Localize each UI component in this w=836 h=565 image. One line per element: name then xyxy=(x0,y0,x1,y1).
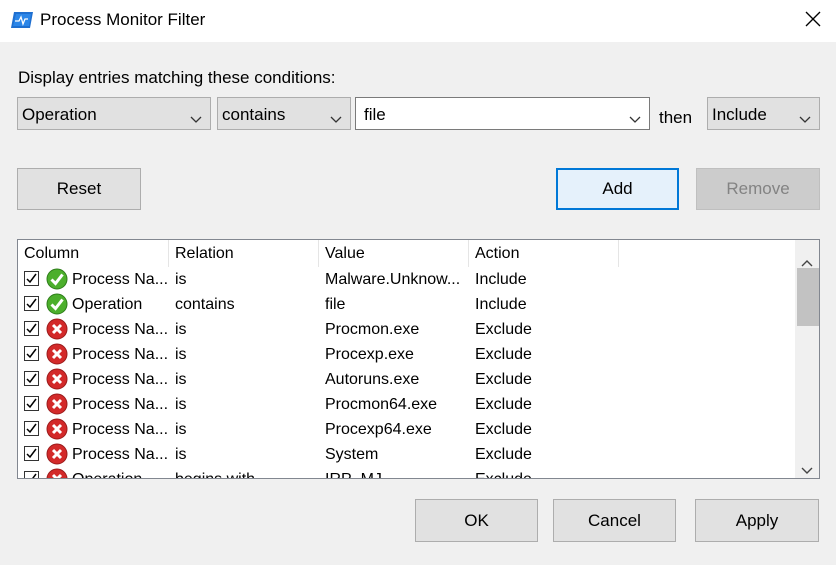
list-item[interactable]: Process Na... is Procexp64.exe Exclude xyxy=(18,417,794,442)
row-checkbox[interactable] xyxy=(24,371,39,386)
list-item[interactable]: Process Na... is System Exclude xyxy=(18,442,794,467)
close-icon xyxy=(805,11,821,32)
red-x-icon xyxy=(46,468,68,478)
row-column-cell: Process Na... xyxy=(72,421,168,438)
reset-button[interactable]: Reset xyxy=(17,168,141,210)
row-value-cell: Autoruns.exe xyxy=(325,371,420,388)
vertical-scrollbar[interactable] xyxy=(795,240,819,478)
action-select-value: Include xyxy=(712,105,767,124)
row-column-cell: Operation xyxy=(72,296,143,313)
header-value[interactable]: Value xyxy=(319,240,469,267)
row-column-cell: Process Na... xyxy=(72,396,168,413)
row-value-cell: IRP_MJ_ xyxy=(325,467,465,478)
row-column-cell: Process Na... xyxy=(72,321,168,338)
column-select[interactable]: Operation xyxy=(17,97,211,130)
row-column-cell: Process Na... xyxy=(72,346,168,363)
conditions-caption: Display entries matching these condition… xyxy=(18,68,336,87)
chevron-down-icon xyxy=(190,109,202,123)
row-checkbox[interactable] xyxy=(24,421,39,436)
add-button[interactable]: Add xyxy=(556,168,679,210)
value-combo-input[interactable]: file xyxy=(355,97,650,130)
row-action-cell: Exclude xyxy=(475,346,532,363)
row-action-cell: Exclude xyxy=(475,396,532,413)
chevron-down-icon xyxy=(330,109,342,123)
row-relation-cell: is xyxy=(175,346,187,363)
row-relation-cell: is xyxy=(175,371,187,388)
row-value-cell: Procmon.exe xyxy=(325,321,420,338)
red-x-icon xyxy=(46,318,68,340)
action-select[interactable]: Include xyxy=(707,97,820,130)
row-relation-cell: is xyxy=(175,321,187,338)
green-check-icon xyxy=(46,293,68,315)
list-item[interactable]: Operation contains file Include xyxy=(18,292,794,317)
then-label: then xyxy=(659,108,693,127)
red-x-icon xyxy=(46,343,68,365)
list-header: Column Relation Value Action xyxy=(18,240,794,267)
relation-select-value: contains xyxy=(222,105,286,124)
scrollbar-thumb[interactable] xyxy=(797,268,819,326)
column-select-value: Operation xyxy=(22,105,97,124)
apply-button[interactable]: Apply xyxy=(695,499,819,542)
remove-button[interactable]: Remove xyxy=(696,168,820,210)
chevron-down-icon xyxy=(629,109,641,123)
row-column-cell: Operation xyxy=(72,467,168,478)
row-value-cell: Procexp.exe xyxy=(325,346,414,363)
list-item[interactable]: Operation begins with IRP_MJ_ Exclude xyxy=(18,467,794,478)
relation-select[interactable]: contains xyxy=(217,97,351,130)
row-action-cell: Exclude xyxy=(475,467,615,478)
header-column[interactable]: Column xyxy=(18,240,169,267)
row-checkbox[interactable] xyxy=(24,471,39,478)
row-relation-cell: is xyxy=(175,421,187,438)
scroll-up-arrow-icon[interactable] xyxy=(801,252,813,267)
row-value-cell: Procmon64.exe xyxy=(325,396,438,413)
ok-button[interactable]: OK xyxy=(415,499,538,542)
value-input-text: file xyxy=(364,105,386,124)
header-relation[interactable]: Relation xyxy=(169,240,319,267)
green-check-icon xyxy=(46,268,68,290)
row-relation-cell: is xyxy=(175,271,187,288)
row-action-cell: Exclude xyxy=(475,321,532,338)
filter-list[interactable]: Column Relation Value Action Process Na.… xyxy=(17,239,820,479)
row-checkbox[interactable] xyxy=(24,446,39,461)
row-checkbox[interactable] xyxy=(24,271,39,286)
close-button[interactable] xyxy=(790,0,836,42)
row-checkbox[interactable] xyxy=(24,321,39,336)
list-item[interactable]: Process Na... is Malware.Unknow... Include xyxy=(18,267,794,292)
cancel-button[interactable]: Cancel xyxy=(553,499,676,542)
list-item[interactable]: Process Na... is Procmon64.exe Exclude xyxy=(18,392,794,417)
red-x-icon xyxy=(46,418,68,440)
row-value-cell: file xyxy=(325,296,346,313)
red-x-icon xyxy=(46,368,68,390)
row-relation-cell: is xyxy=(175,396,187,413)
row-value-cell: System xyxy=(325,446,379,463)
row-relation-cell: contains xyxy=(175,296,235,313)
row-action-cell: Exclude xyxy=(475,371,532,388)
row-column-cell: Process Na... xyxy=(72,371,168,388)
row-value-cell: Procexp64.exe xyxy=(325,421,432,438)
list-item[interactable]: Process Na... is Procmon.exe Exclude xyxy=(18,317,794,342)
chevron-down-icon xyxy=(799,109,811,123)
row-relation-cell: is xyxy=(175,446,187,463)
list-item[interactable]: Process Na... is Procexp.exe Exclude xyxy=(18,342,794,367)
window-title: Process Monitor Filter xyxy=(40,10,206,29)
red-x-icon xyxy=(46,443,68,465)
scroll-down-arrow-icon[interactable] xyxy=(801,460,813,474)
row-checkbox[interactable] xyxy=(24,346,39,361)
row-column-cell: Process Na... xyxy=(72,446,168,463)
row-column-cell: Process Na... xyxy=(72,271,168,288)
row-action-cell: Include xyxy=(475,296,527,313)
row-checkbox[interactable] xyxy=(24,296,39,311)
row-action-cell: Exclude xyxy=(475,421,532,438)
title-bar: Process Monitor Filter xyxy=(0,0,836,42)
row-relation-cell: begins with xyxy=(175,467,315,478)
row-action-cell: Include xyxy=(475,271,527,288)
header-action[interactable]: Action xyxy=(469,240,619,267)
red-x-icon xyxy=(46,393,68,415)
row-value-cell: Malware.Unknow... xyxy=(325,271,461,288)
process-monitor-icon xyxy=(10,11,34,29)
row-action-cell: Exclude xyxy=(475,446,532,463)
row-checkbox[interactable] xyxy=(24,396,39,411)
list-item[interactable]: Process Na... is Autoruns.exe Exclude xyxy=(18,367,794,392)
